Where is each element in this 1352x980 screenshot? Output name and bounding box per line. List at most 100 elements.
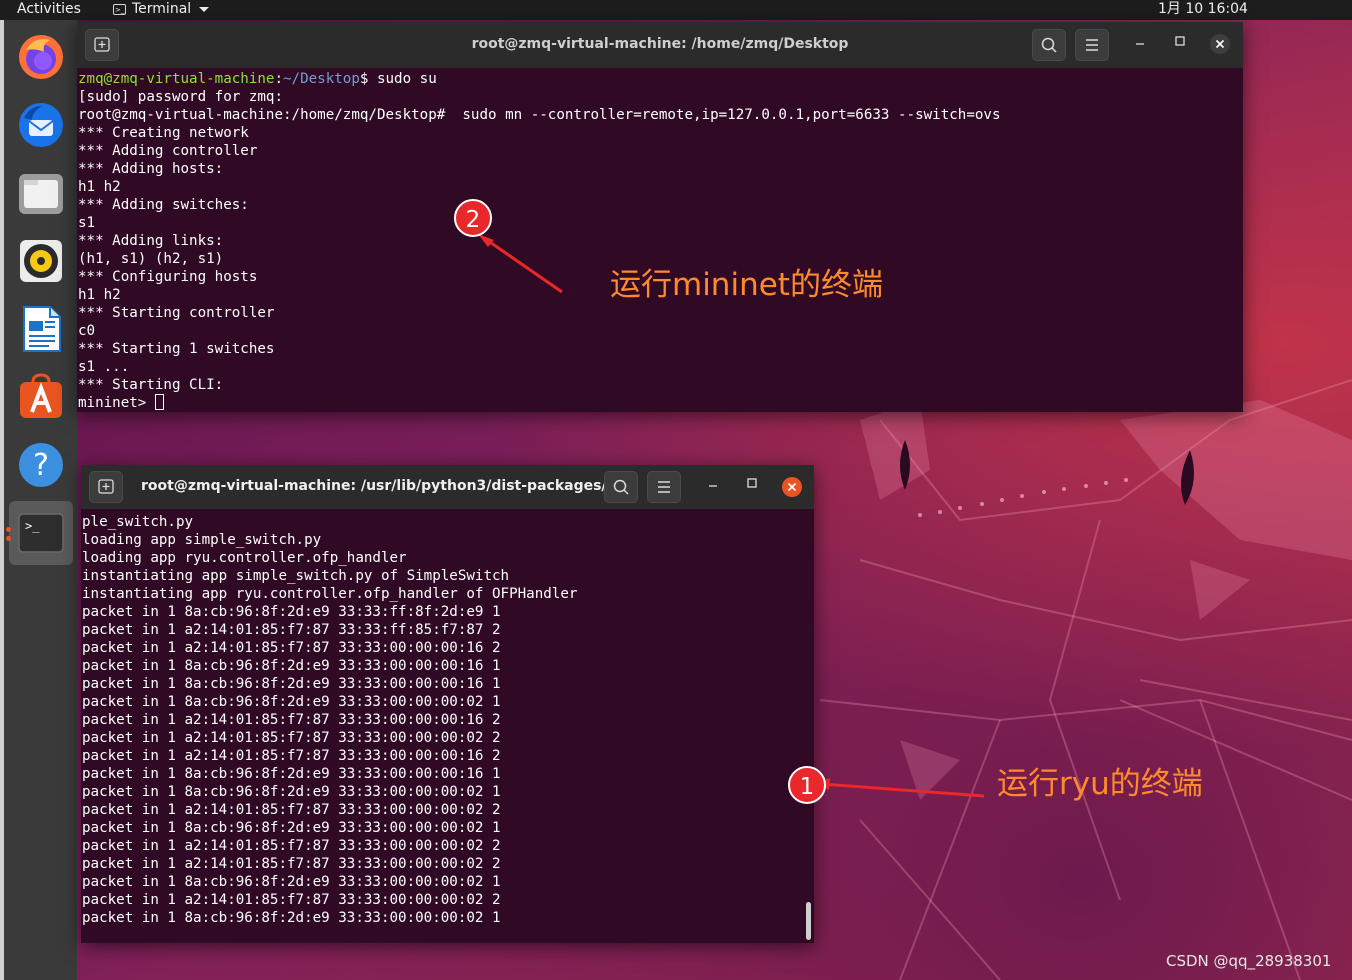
maximize-button[interactable] (1174, 35, 1186, 51)
hamburger-icon (658, 481, 670, 493)
prompt-user: zmq@zmq-virtual-machine (78, 71, 275, 87)
terminal-line: packet in 1 8a:cb:96:8f:2d:e9 33:33:00:0… (82, 694, 501, 710)
watermark: CSDN @qq_28938301 (1166, 952, 1332, 970)
search-button[interactable] (1032, 29, 1066, 61)
terminal-icon: >_ (18, 513, 64, 553)
terminal-line: loading app simple_switch.py (82, 532, 322, 548)
top-bar: Activities >_ Terminal 1月 10 16:04 (0, 0, 1352, 20)
help-icon[interactable]: ? (16, 440, 66, 490)
terminal-line: *** Starting CLI: (78, 377, 224, 393)
annotation-badge-2: 2 (454, 199, 492, 237)
terminal-line: *** Creating network (78, 125, 249, 141)
running-indicator (6, 527, 11, 532)
terminal-line: c0 (78, 323, 96, 339)
terminal-line: *** Adding controller (78, 143, 258, 159)
terminal-line: h1 h2 (78, 179, 121, 195)
terminal-line: *** Configuring hosts (78, 269, 258, 285)
terminal-line: root@zmq-virtual-machine:/home/zmq/Deskt… (78, 107, 1001, 123)
close-icon (787, 482, 797, 492)
window-title: root@zmq-virtual-machine: /home/zmq/Desk… (471, 36, 849, 52)
minimize-button[interactable] (1134, 35, 1146, 51)
dock-edge (0, 20, 4, 980)
terminal-line: *** Adding switches: (78, 197, 249, 213)
rhythmbox-icon[interactable] (16, 236, 66, 286)
mininet-terminal-window[interactable]: root@zmq-virtual-machine: /home/zmq/Desk… (77, 22, 1243, 412)
dock: ? >_ (0, 20, 77, 980)
running-indicator (6, 536, 11, 541)
terminal-icon: >_ (113, 3, 126, 15)
menu-button[interactable] (647, 471, 681, 503)
mininet-prompt: mininet> (78, 395, 155, 411)
files-icon[interactable] (16, 168, 66, 218)
software-icon[interactable] (16, 372, 66, 422)
terminal-line: packet in 1 a2:14:01:85:f7:87 33:33:00:0… (82, 712, 501, 728)
terminal-line: s1 ... (78, 359, 130, 375)
prompt-command: $ sudo su (359, 71, 437, 87)
terminal-line: loading app ryu.controller.ofp_handler (82, 550, 407, 566)
writer-icon[interactable] (16, 304, 66, 354)
terminal-line: packet in 1 8a:cb:96:8f:2d:e9 33:33:00:0… (82, 910, 501, 926)
terminal-line: h1 h2 (78, 287, 121, 303)
terminal-output[interactable]: zmq@zmq-virtual-machine:~/Desktop$ sudo … (77, 68, 1243, 412)
terminal-line: instantiating app ryu.controller.ofp_han… (82, 586, 578, 602)
svg-text:>_: >_ (25, 519, 40, 533)
minimize-icon (1136, 43, 1144, 45)
prompt-separator: : (274, 71, 284, 87)
terminal-output[interactable]: ple_switch.py loading app simple_switch.… (81, 509, 814, 943)
scrollbar[interactable] (806, 902, 811, 940)
window-titlebar[interactable]: root@zmq-virtual-machine: /usr/lib/pytho… (81, 465, 814, 509)
minimize-button[interactable] (707, 477, 719, 493)
terminal-line: *** Starting controller (78, 305, 275, 321)
terminal-line: instantiating app simple_switch.py of Si… (82, 568, 510, 584)
terminal-line: (h1, s1) (h2, s1) (78, 251, 224, 267)
terminal-line: packet in 1 a2:14:01:85:f7:87 33:33:00:0… (82, 748, 501, 764)
terminal-line: packet in 1 8a:cb:96:8f:2d:e9 33:33:ff:8… (82, 604, 501, 620)
search-button[interactable] (604, 471, 638, 503)
terminal-line: *** Adding links: (78, 233, 224, 249)
terminal-line: packet in 1 a2:14:01:85:f7:87 33:33:00:0… (82, 856, 501, 872)
prompt-path: ~/Desktop (283, 71, 360, 87)
terminal-dock-item[interactable]: >_ (9, 501, 73, 565)
annotation-label-mininet: 运行mininet的终端 (610, 267, 883, 303)
terminal-line: packet in 1 a2:14:01:85:f7:87 33:33:00:0… (82, 802, 501, 818)
terminal-line: [sudo] password for zmq: (78, 89, 283, 105)
terminal-line: packet in 1 a2:14:01:85:f7:87 33:33:00:0… (82, 838, 501, 854)
terminal-line: packet in 1 8a:cb:96:8f:2d:e9 33:33:00:0… (82, 784, 501, 800)
terminal-line: packet in 1 8a:cb:96:8f:2d:e9 33:33:00:0… (82, 820, 501, 836)
terminal-line: s1 (78, 215, 96, 231)
terminal-line: ple_switch.py (82, 514, 194, 530)
terminal-line: packet in 1 8a:cb:96:8f:2d:e9 33:33:00:0… (82, 766, 501, 782)
clock[interactable]: 1月 10 16:04 (1158, 0, 1248, 18)
search-icon (1041, 37, 1057, 53)
text-cursor (154, 394, 164, 410)
close-button[interactable] (782, 477, 802, 497)
terminal-line: packet in 1 a2:14:01:85:f7:87 33:33:00:0… (82, 640, 501, 656)
new-tab-icon (98, 479, 114, 494)
menu-button[interactable] (1075, 29, 1109, 61)
window-titlebar[interactable]: root@zmq-virtual-machine: /home/zmq/Desk… (77, 22, 1243, 68)
ryu-terminal-window[interactable]: root@zmq-virtual-machine: /usr/lib/pytho… (81, 465, 814, 943)
terminal-line: packet in 1 a2:14:01:85:f7:87 33:33:ff:8… (82, 622, 501, 638)
output-lines: [sudo] password for zmq: root@zmq-virtua… (78, 89, 1001, 393)
terminal-line: packet in 1 8a:cb:96:8f:2d:e9 33:33:00:0… (82, 676, 501, 692)
terminal-line: *** Starting 1 switches (78, 341, 275, 357)
window-title: root@zmq-virtual-machine: /usr/lib/pytho… (141, 478, 628, 494)
firefox-icon[interactable] (16, 32, 66, 82)
activities-button[interactable]: Activities (17, 0, 81, 18)
maximize-icon (1175, 36, 1185, 46)
minimize-icon (709, 485, 717, 487)
terminal-line: *** Adding hosts: (78, 161, 224, 177)
annotation-label-ryu: 运行ryu的终端 (997, 766, 1203, 802)
annotation-badge-1: 1 (788, 766, 826, 804)
thunderbird-icon[interactable] (16, 100, 66, 150)
maximize-button[interactable] (746, 477, 758, 493)
terminal-line: packet in 1 8a:cb:96:8f:2d:e9 33:33:00:0… (82, 874, 501, 890)
hamburger-icon (1086, 39, 1098, 51)
maximize-icon (747, 478, 757, 488)
chevron-down-icon (199, 6, 210, 12)
app-menu[interactable]: >_ Terminal (113, 0, 210, 18)
new-tab-button[interactable] (89, 471, 123, 503)
search-icon (613, 479, 629, 495)
svg-text:?: ? (33, 448, 49, 483)
close-button[interactable] (1210, 34, 1230, 54)
